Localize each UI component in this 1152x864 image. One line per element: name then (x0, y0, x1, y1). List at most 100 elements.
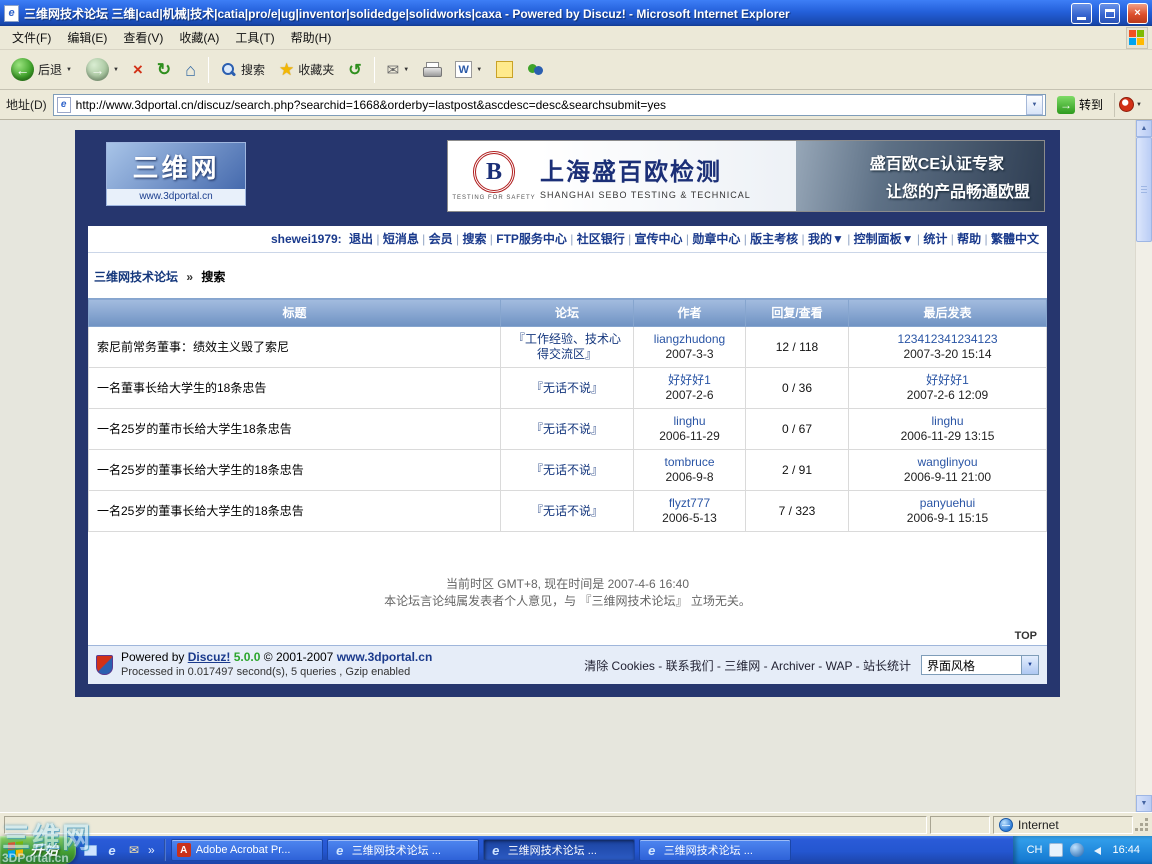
history-icon: ↺ (348, 61, 362, 79)
resize-grip[interactable] (1136, 817, 1150, 833)
volume-tray-icon[interactable] (1091, 843, 1105, 857)
forum-link[interactable]: 『无话不说』 (531, 381, 603, 395)
nav-mod-review[interactable]: 版主考核 (750, 232, 808, 246)
maximize-button[interactable] (1099, 2, 1120, 24)
lastpost-user-link[interactable]: panyuehui (857, 496, 1038, 511)
nav-bank[interactable]: 社区银行 (577, 232, 635, 246)
task-button-forum-3[interactable]: e 三维网技术论坛 ... (638, 839, 791, 861)
messenger-tray-icon[interactable] (1070, 843, 1085, 857)
minimize-button[interactable] (1071, 2, 1092, 24)
breadcrumb-home-link[interactable]: 三维网技术论坛 (94, 270, 178, 284)
search-results-table: 标题 论坛 作者 回复/查看 最后发表 索尼前常务董事：绩效主义毁了索尼 『工作… (88, 298, 1047, 532)
address-input[interactable]: e http://www.3dportal.cn/discuz/search.p… (52, 93, 1047, 116)
quicklaunch-overflow-chevron[interactable]: » (148, 843, 155, 857)
lastpost-user-link[interactable]: 好好好1 (857, 373, 1038, 388)
thread-title-link[interactable]: 一名董事长给大学生的18条忠告 (97, 381, 266, 395)
home-button[interactable]: ⌂ (180, 58, 201, 82)
lastpost-user-link[interactable]: 123412341234123 (857, 332, 1038, 347)
print-button[interactable] (418, 59, 446, 80)
author-link[interactable]: flyzt777 (642, 496, 737, 511)
nav-control-panel[interactable]: 控制面板▼ (854, 232, 924, 246)
nav-help[interactable]: 帮助 (957, 232, 991, 246)
wap-link[interactable]: WAP (826, 659, 863, 673)
back-icon: ← (11, 58, 34, 81)
scroll-up-button[interactable]: ▲ (1136, 120, 1152, 137)
keyboard-tray-icon[interactable] (1049, 843, 1064, 857)
scrollbar-track[interactable] (1136, 137, 1152, 795)
refresh-button[interactable]: ↻ (152, 58, 176, 81)
menu-help[interactable]: 帮助(H) (283, 26, 340, 49)
addon-button[interactable]: ▼ (1114, 92, 1146, 117)
menu-view[interactable]: 查看(V) (115, 26, 171, 49)
task-button-acrobat[interactable]: A Adobe Acrobat Pr... (170, 839, 323, 861)
forum-link[interactable]: 『无话不说』 (531, 463, 603, 477)
nav-traditional-chinese[interactable]: 繁體中文 (991, 232, 1039, 246)
thread-title-link[interactable]: 一名25岁的董市长给大学生18条忠告 (97, 422, 292, 436)
nav-promo[interactable]: 宣传中心 (635, 232, 693, 246)
style-select[interactable]: 界面风格 ▼ (921, 655, 1039, 675)
language-indicator[interactable]: CH (1027, 844, 1043, 856)
close-button[interactable]: × (1127, 2, 1148, 24)
task-button-forum-2-active[interactable]: e 三维网技术论坛 ... (482, 839, 635, 861)
nav-search[interactable]: 搜索 (462, 232, 496, 246)
favorites-button[interactable]: ★ 收藏夹 (274, 58, 339, 81)
search-button[interactable]: 搜索 (216, 58, 270, 81)
stop-button[interactable]: × (128, 58, 148, 81)
table-row: 索尼前常务董事：绩效主义毁了索尼 『工作经验、技术心得交流区』 liangzhu… (88, 326, 1047, 368)
menu-favorites[interactable]: 收藏(A) (171, 26, 227, 49)
site-link[interactable]: www.3dportal.cn (337, 650, 433, 664)
nav-logout[interactable]: 退出 (349, 232, 383, 246)
show-desktop-icon[interactable] (82, 842, 98, 858)
author-link[interactable]: 好好好1 (642, 373, 737, 388)
edit-word-button[interactable]: W ▼ (450, 58, 487, 81)
forum-link[interactable]: 『无话不说』 (531, 422, 603, 436)
home-site-link[interactable]: 三维网 (724, 659, 771, 673)
thread-title-link[interactable]: 一名25岁的董事长给大学生的18条忠告 (97, 504, 304, 518)
menu-tools[interactable]: 工具(T) (227, 26, 282, 49)
vertical-scrollbar[interactable]: ▲ ▼ (1135, 120, 1152, 812)
forum-link[interactable]: 『无话不说』 (531, 504, 603, 518)
discuz-link[interactable]: Discuz! (188, 650, 231, 664)
thread-title-link[interactable]: 一名25岁的董事长给大学生的18条忠告 (97, 463, 304, 477)
forward-button[interactable]: → ▼ (81, 55, 124, 84)
site-logo[interactable]: 三维网 www.3dportal.cn (106, 142, 246, 206)
discuss-button[interactable] (491, 58, 518, 81)
author-link[interactable]: tombruce (642, 455, 737, 470)
menu-edit[interactable]: 编辑(E) (59, 26, 115, 49)
start-button[interactable]: 开始 (0, 836, 76, 864)
nav-my-menu[interactable]: 我的▼ (808, 232, 854, 246)
task-button-forum-1[interactable]: e 三维网技术论坛 ... (326, 839, 479, 861)
mail-button[interactable]: ✉ ▼ (382, 58, 415, 82)
back-button[interactable]: ← 后退 ▼ (6, 55, 77, 84)
nav-stats[interactable]: 统计 (923, 232, 957, 246)
banner-tagline: TESTING FOR SAFETY (452, 195, 536, 201)
history-button[interactable]: ↺ (343, 57, 366, 83)
ad-banner[interactable]: B TESTING FOR SAFETY 上海盛百欧检测 SHANGHAI SE… (447, 140, 1045, 212)
nav-medals[interactable]: 勋章中心 (692, 232, 750, 246)
toolbar-separator (207, 56, 209, 83)
address-dropdown-button[interactable]: ▼ (1026, 94, 1044, 115)
nav-messages[interactable]: 短消息 (383, 232, 429, 246)
go-button[interactable]: → 转到 (1052, 94, 1108, 116)
lastpost-user-link[interactable]: wanglinyou (857, 455, 1038, 470)
contact-link[interactable]: 联系我们 (666, 659, 725, 673)
forum-link[interactable]: 『工作经验、技术心得交流区』 (513, 332, 621, 361)
author-link[interactable]: linghu (642, 414, 737, 429)
site-stats-link[interactable]: 站长统计 (863, 659, 911, 673)
scroll-down-button[interactable]: ▼ (1136, 795, 1152, 812)
mail-quicklaunch-icon[interactable]: ✉ (126, 842, 142, 858)
nav-members[interactable]: 会员 (429, 232, 463, 246)
messenger-button[interactable] (522, 58, 549, 81)
thread-title-link[interactable]: 索尼前常务董事：绩效主义毁了索尼 (97, 340, 289, 354)
nav-ftp[interactable]: FTP服务中心 (496, 232, 576, 246)
banner-b-icon: B (473, 151, 515, 193)
menu-file[interactable]: 文件(F) (4, 26, 59, 49)
archiver-link[interactable]: Archiver (771, 659, 826, 673)
messenger-icon (527, 61, 544, 78)
ie-quicklaunch-icon[interactable]: e (104, 842, 120, 858)
scrollbar-thumb[interactable] (1136, 137, 1152, 242)
author-link[interactable]: liangzhudong (642, 332, 737, 347)
clear-cookies-link[interactable]: 清除 Cookies (584, 659, 665, 673)
lastpost-user-link[interactable]: linghu (857, 414, 1038, 429)
top-link[interactable]: TOP (1015, 630, 1037, 642)
